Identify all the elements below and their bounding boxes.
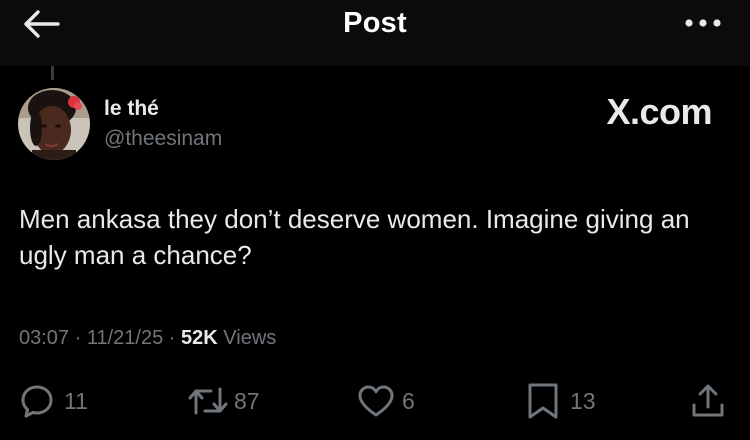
action-bar: 11 87 6 13 [0, 378, 750, 424]
top-bar: Post [0, 0, 750, 66]
reply-count: 11 [64, 387, 88, 414]
x-com-watermark: X.com [606, 91, 712, 132]
repost-count: 87 [234, 387, 260, 414]
page-title: Post [343, 7, 407, 39]
post-date[interactable]: 11/21/25 [87, 327, 163, 349]
more-horizontal-icon [685, 19, 721, 27]
meta-separator: · [74, 327, 82, 349]
post-text: Men ankasa they don’t deserve women. Ima… [19, 204, 690, 270]
like-count: 6 [402, 387, 415, 414]
share-icon [692, 384, 724, 417]
repost-button[interactable]: 87 [186, 378, 260, 424]
views-label: Views [223, 327, 277, 349]
reply-icon [21, 385, 53, 418]
repost-icon [188, 387, 228, 415]
reply-button[interactable]: 11 [18, 378, 88, 424]
like-button[interactable]: 6 [356, 378, 415, 424]
share-button[interactable] [689, 378, 727, 424]
views-count: 52K [181, 327, 218, 349]
post-time[interactable]: 03:07 [19, 327, 69, 349]
more-button[interactable] [678, 8, 728, 38]
thread-connector-line [51, 66, 54, 80]
post-metadata: 03:07 · 11/21/25 · 52K Views [19, 327, 276, 350]
author-name[interactable]: le thé [104, 97, 159, 121]
meta-separator: · [168, 327, 176, 349]
bookmark-icon [528, 383, 558, 419]
bookmark-count: 13 [570, 387, 596, 414]
heart-icon [358, 385, 394, 417]
author-handle[interactable]: @theesinam [104, 127, 222, 151]
avatar[interactable] [18, 88, 90, 160]
bookmark-button[interactable]: 13 [526, 378, 596, 424]
avatar-image [18, 88, 90, 160]
